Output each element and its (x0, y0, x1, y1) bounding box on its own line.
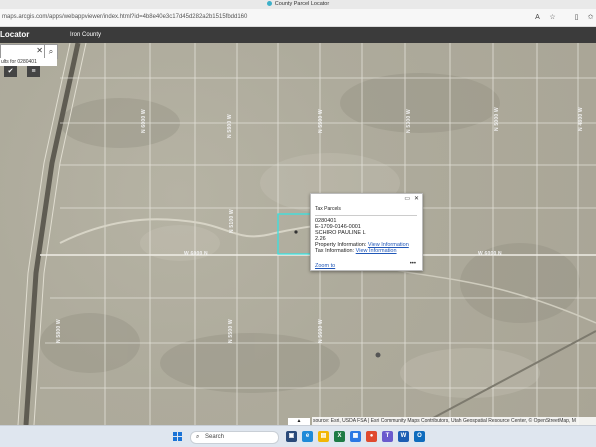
map-imagery (17, 43, 596, 425)
parcel-popup: ▭ ✕ Tax Parcels 0280401 E-1709-0146-0001… (310, 193, 423, 271)
window-title: County Parcel Locator (274, 1, 330, 7)
favorite-icon[interactable]: ☆ (548, 13, 557, 22)
road-label: N 5100 W (229, 209, 235, 233)
search-results-label[interactable]: ults for 0280401 (0, 58, 57, 66)
road-label: N 5800 W (227, 114, 233, 138)
window-titlebar: County Parcel Locator (0, 0, 596, 9)
outlook-icon[interactable]: O (414, 431, 425, 442)
maximize-icon[interactable]: ▭ (404, 196, 410, 203)
url-text[interactable]: maps.arcgis.com/apps/webappviewer/index.… (2, 13, 247, 22)
road-label: N 5500 W (318, 109, 324, 133)
road-label: N 4800 W (578, 107, 584, 131)
more-actions-icon[interactable]: ••• (410, 261, 416, 267)
split-screen-icon[interactable]: ▯ (572, 13, 581, 22)
word-icon[interactable]: W (398, 431, 409, 442)
taskbar-search-placeholder: Search (205, 434, 225, 440)
road-label: N 6000 W (141, 109, 147, 133)
divider (315, 215, 417, 216)
road-label: N 5600 W (318, 319, 324, 343)
road-label: N 5800 W (56, 319, 62, 343)
windows-start-icon[interactable] (173, 432, 182, 441)
road-label: N 5500 W (228, 319, 234, 343)
file-explorer-icon[interactable]: ▤ (318, 431, 329, 442)
taskbar: ⌕ Search ▣ e ▤ X ▦ ● T W O (0, 425, 596, 447)
taskbar-search-input[interactable]: ⌕ Search (190, 431, 279, 444)
layers-icon[interactable]: ≡ (27, 66, 40, 77)
map-attribution: source: Esri, USDA FSA | Esri Community … (312, 417, 596, 425)
task-view-icon[interactable]: ▣ (286, 431, 297, 442)
app-title: Locator (0, 30, 30, 39)
excel-icon[interactable]: X (334, 431, 345, 442)
tax-info-link[interactable]: View Information (356, 248, 397, 254)
road-label: W 6000 N (478, 251, 502, 257)
edge-browser-icon[interactable]: e (302, 431, 313, 442)
favorites-bar-icon[interactable]: ✩ (586, 13, 595, 22)
attribution-toggle-icon[interactable]: ▲ (288, 418, 310, 425)
map-view[interactable]: W 6000 N W 6000 N N 6000 W N 5800 W N 55… (0, 43, 596, 425)
tax-info-label: Tax Information: (315, 248, 355, 254)
close-icon[interactable]: ✕ (414, 196, 419, 203)
search-button[interactable]: ⌕ (44, 44, 58, 59)
store-icon[interactable]: ▦ (350, 431, 361, 442)
road-label: W 6000 N (184, 251, 208, 257)
parcel-search-input[interactable]: ✕ (0, 44, 46, 59)
popup-title: Tax Parcels (315, 206, 341, 212)
address-bar[interactable]: maps.arcgis.com/apps/webappviewer/index.… (0, 9, 596, 27)
app-header: Locator Iron County (0, 27, 596, 43)
selected-parcel-outline[interactable] (277, 213, 315, 255)
clear-icon[interactable]: ✕ (36, 46, 43, 56)
search-icon: ⌕ (48, 47, 54, 56)
app-favicon-icon (266, 1, 272, 6)
search-icon: ⌕ (196, 434, 200, 440)
road-label: N 5000 W (494, 107, 500, 131)
road-label: N 5300 W (406, 109, 412, 133)
teams-icon[interactable]: T (382, 431, 393, 442)
check-icon[interactable]: ✔ (4, 66, 17, 77)
zoom-to-link[interactable]: Zoom to (315, 263, 335, 269)
chrome-icon[interactable]: ● (366, 431, 377, 442)
county-label: Iron County (70, 32, 102, 38)
read-aloud-icon[interactable]: A (533, 13, 542, 22)
